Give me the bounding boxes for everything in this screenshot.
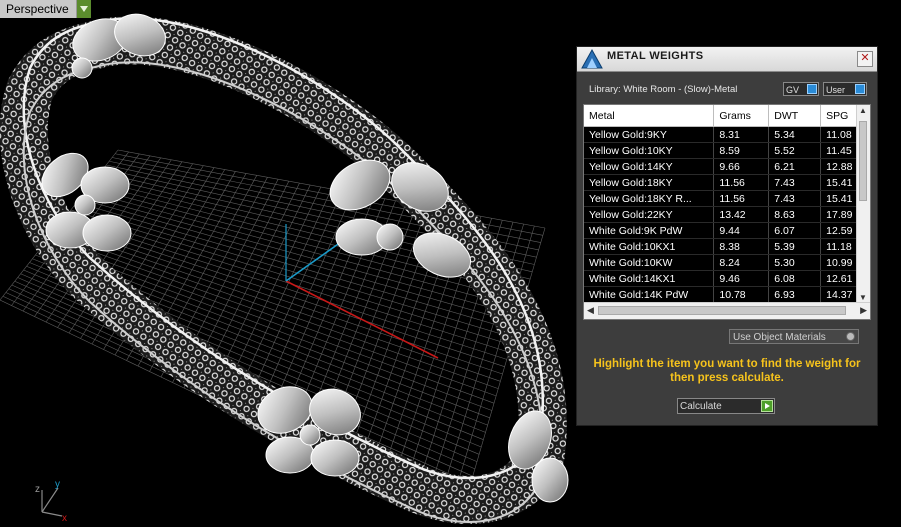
metal-cell: White Gold:14K PdW [584,286,715,303]
table-row[interactable]: White Gold:10KW 8.24 5.30 10.99 [584,254,858,271]
grams-cell: 9.46 [713,270,770,287]
table-row[interactable]: Yellow Gold:9KY 8.31 5.34 11.08 [584,126,858,143]
horizontal-scrollbar[interactable]: ◀ ▶ [584,302,870,319]
close-icon: ✕ [860,52,870,64]
grams-cell: 11.56 [713,190,770,207]
axis-gizmo-icon: z y x [35,479,67,522]
scroll-down-icon[interactable]: ▼ [859,293,867,302]
table-row[interactable]: Yellow Gold:18KY 11.56 7.43 15.41 [584,174,858,191]
scroll-up-icon[interactable]: ▲ [859,106,867,115]
dwt-cell: 6.07 [768,222,822,239]
table-header-row: Metal Grams DWT SPG [584,105,858,127]
use-object-materials-label: Use Object Materials [733,332,826,343]
column-header-metal[interactable]: Metal [584,105,715,127]
instructions-text: Highlight the item you want to find the … [593,358,861,384]
vertical-scrollbar[interactable]: ▲ ▼ [856,105,870,303]
spg-cell: 15.41 [820,174,858,191]
metal-cell: Yellow Gold:18KY R... [584,190,715,207]
spg-cell: 12.61 [820,270,858,287]
gizmo-x-label: x [62,513,67,522]
dwt-cell: 6.21 [768,158,822,175]
table-row[interactable]: White Gold:14K PdW 10.78 6.93 14.37 [584,286,858,303]
table-row[interactable]: White Gold:10KX1 8.38 5.39 11.18 [584,238,858,255]
viewport-label[interactable]: Perspective [0,0,77,18]
dwt-cell: 5.39 [768,238,822,255]
spg-cell: 11.18 [820,238,858,255]
table-row[interactable]: Yellow Gold:10KY 8.59 5.52 11.45 [584,142,858,159]
table-row[interactable]: Yellow Gold:18KY R... 11.56 7.43 15.41 [584,190,858,207]
dwt-cell: 7.43 [768,174,822,191]
vertical-scroll-thumb[interactable] [859,121,867,201]
dwt-cell: 5.34 [768,126,822,143]
metal-cell: White Gold:10KX1 [584,238,715,255]
gv-dropdown[interactable]: GV [783,82,819,96]
table-row[interactable]: Yellow Gold:14KY 9.66 6.21 12.88 [584,158,858,175]
column-header-spg[interactable]: SPG [820,105,858,127]
use-object-materials-toggle[interactable]: Use Object Materials [729,329,859,344]
play-arrow-icon[interactable] [761,400,773,412]
library-label: Library: White Room - (Slow)-Metal [589,84,738,95]
spg-cell: 12.88 [820,158,858,175]
close-button[interactable]: ✕ [857,51,873,67]
grams-cell: 11.56 [713,174,770,191]
user-dropdown-value: User [826,85,846,95]
table-row[interactable]: Yellow Gold:22KY 13.42 8.63 17.89 [584,206,858,223]
grams-cell: 8.24 [713,254,770,271]
spg-cell: 15.41 [820,190,858,207]
horizontal-scroll-thumb[interactable] [598,306,846,315]
grams-cell: 8.59 [713,142,770,159]
radio-icon[interactable] [846,332,855,341]
metal-weights-table[interactable]: Metal Grams DWT SPG Yellow Gold:9KY 8.31 5… [583,104,871,320]
dialog-title: METAL WEIGHTS [607,50,704,62]
gizmo-z-label: z [35,484,40,495]
calculate-button[interactable]: Calculate [677,398,775,414]
spg-cell: 12.59 [820,222,858,239]
viewport-menu-arrow-icon[interactable] [77,0,91,18]
grams-cell: 8.38 [713,238,770,255]
spg-cell: 11.45 [820,142,858,159]
calculate-label: Calculate [680,401,722,412]
gizmo-y-label: y [55,479,60,490]
grams-cell: 9.44 [713,222,770,239]
gv-dropdown-value: GV [786,85,800,95]
spg-cell: 14.37 [820,286,858,303]
dwt-cell: 5.52 [768,142,822,159]
bracelet-model [0,13,569,524]
grams-cell: 8.31 [713,126,770,143]
metal-cell: Yellow Gold:14KY [584,158,715,175]
dropdown-arrow-icon[interactable] [855,84,865,94]
metal-cell: Yellow Gold:18KY [584,174,715,191]
column-header-grams[interactable]: Grams [713,105,770,127]
metal-cell: Yellow Gold:9KY [584,126,715,143]
metal-cell: Yellow Gold:10KY [584,142,715,159]
table-row[interactable]: White Gold:9K PdW 9.44 6.07 12.59 [584,222,858,239]
dwt-cell: 7.43 [768,190,822,207]
dwt-cell: 8.63 [768,206,822,223]
spg-cell: 11.08 [820,126,858,143]
spg-cell: 17.89 [820,206,858,223]
scroll-left-icon[interactable]: ◀ [587,305,594,316]
dwt-cell: 6.93 [768,286,822,303]
metal-cell: White Gold:14KX1 [584,270,715,287]
table-row[interactable]: White Gold:14KX1 9.46 6.08 12.61 [584,270,858,287]
app-logo-icon [581,48,603,69]
dwt-cell: 6.08 [768,270,822,287]
dialog-title-bar[interactable]: METAL WEIGHTS ✕ [577,47,877,72]
grams-cell: 9.66 [713,158,770,175]
user-dropdown[interactable]: User [823,82,867,96]
dropdown-arrow-icon[interactable] [807,84,817,94]
grams-cell: 10.78 [713,286,770,303]
grams-cell: 13.42 [713,206,770,223]
metal-cell: Yellow Gold:22KY [584,206,715,223]
metal-cell: White Gold:9K PdW [584,222,715,239]
dwt-cell: 5.30 [768,254,822,271]
metal-cell: White Gold:10KW [584,254,715,271]
metal-weights-dialog: METAL WEIGHTS ✕ Library: White Room - (S… [576,46,878,426]
column-header-dwt[interactable]: DWT [768,105,822,127]
spg-cell: 10.99 [820,254,858,271]
scroll-right-icon[interactable]: ▶ [860,305,867,316]
